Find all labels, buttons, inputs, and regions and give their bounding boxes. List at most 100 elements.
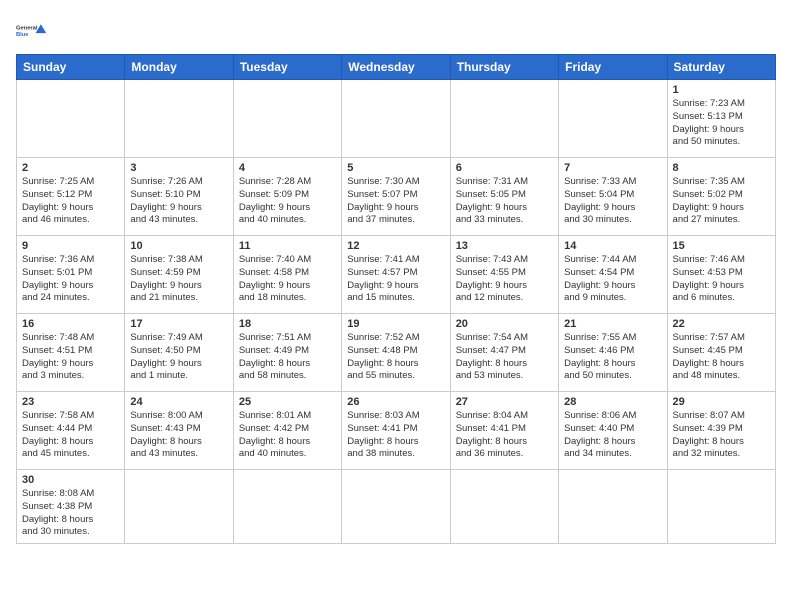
calendar-week-row: 1 Sunrise: 7:23 AM Sunset: 5:13 PM Daylig… [17, 80, 776, 158]
day-info: Sunrise: 7:31 AM Sunset: 5:05 PM Dayligh… [456, 176, 553, 227]
day-info: Sunrise: 7:36 AM Sunset: 5:01 PM Dayligh… [22, 254, 119, 305]
calendar-cell: 22 Sunrise: 7:57 AM Sunset: 4:45 PM Dayli… [667, 314, 775, 392]
calendar-cell: 14Sunrise: 7:44 AM Sunset: 4:54 PM Dayli… [559, 236, 667, 314]
weekday-header-row: SundayMondayTuesdayWednesdayThursdayFrid… [17, 55, 776, 80]
calendar-week-row: 2 Sunrise: 7:25 AM Sunset: 5:12 PM Daylig… [17, 158, 776, 236]
calendar-cell: 18Sunrise: 7:51 AM Sunset: 4:49 PM Dayli… [233, 314, 341, 392]
weekday-header-thursday: Thursday [450, 55, 558, 80]
day-number: 7 [564, 162, 661, 174]
calendar-cell: 9Sunrise: 7:36 AM Sunset: 5:01 PM Daylig… [17, 236, 125, 314]
calendar-cell: 8 Sunrise: 7:35 AM Sunset: 5:02 PM Daylig… [667, 158, 775, 236]
calendar-week-row: 30 Sunrise: 8:08 AM Sunset: 4:38 PM Dayli… [17, 470, 776, 544]
day-number: 3 [130, 162, 227, 174]
logo: GeneralBlue [16, 16, 48, 44]
day-info: Sunrise: 8:04 AM Sunset: 4:41 PM Dayligh… [456, 410, 553, 461]
day-number: 5 [347, 162, 444, 174]
day-number: 26 [347, 396, 444, 408]
calendar-cell: 7 Sunrise: 7:33 AM Sunset: 5:04 PM Daylig… [559, 158, 667, 236]
day-number: 27 [456, 396, 553, 408]
calendar-cell: 19Sunrise: 7:52 AM Sunset: 4:48 PM Dayli… [342, 314, 450, 392]
day-info: Sunrise: 7:57 AM Sunset: 4:45 PM Dayligh… [673, 332, 770, 383]
calendar-cell: 21 Sunrise: 7:55 AM Sunset: 4:46 PM Dayli… [559, 314, 667, 392]
day-info: Sunrise: 7:30 AM Sunset: 5:07 PM Dayligh… [347, 176, 444, 227]
day-info: Sunrise: 7:35 AM Sunset: 5:02 PM Dayligh… [673, 176, 770, 227]
day-info: Sunrise: 8:07 AM Sunset: 4:39 PM Dayligh… [673, 410, 770, 461]
day-number: 21 [564, 318, 661, 330]
calendar-cell: 16Sunrise: 7:48 AM Sunset: 4:51 PM Dayli… [17, 314, 125, 392]
day-info: Sunrise: 7:46 AM Sunset: 4:53 PM Dayligh… [673, 254, 770, 305]
day-info: Sunrise: 7:55 AM Sunset: 4:46 PM Dayligh… [564, 332, 661, 383]
day-number: 11 [239, 240, 336, 252]
day-info: Sunrise: 7:58 AM Sunset: 4:44 PM Dayligh… [22, 410, 119, 461]
day-number: 12 [347, 240, 444, 252]
calendar-cell: 11 Sunrise: 7:40 AM Sunset: 4:58 PM Dayli… [233, 236, 341, 314]
calendar-cell [342, 80, 450, 158]
day-number: 20 [456, 318, 553, 330]
day-number: 30 [22, 474, 119, 486]
day-info: Sunrise: 8:03 AM Sunset: 4:41 PM Dayligh… [347, 410, 444, 461]
calendar-cell [125, 470, 233, 544]
calendar-cell: 12 Sunrise: 7:41 AM Sunset: 4:57 PM Dayli… [342, 236, 450, 314]
calendar-cell: 25 Sunrise: 8:01 AM Sunset: 4:42 PM Dayli… [233, 392, 341, 470]
day-info: Sunrise: 7:38 AM Sunset: 4:59 PM Dayligh… [130, 254, 227, 305]
calendar-table: SundayMondayTuesdayWednesdayThursdayFrid… [16, 54, 776, 544]
calendar-cell: 29 Sunrise: 8:07 AM Sunset: 4:39 PM Dayli… [667, 392, 775, 470]
calendar-cell [450, 470, 558, 544]
day-number: 6 [456, 162, 553, 174]
weekday-header-sunday: Sunday [17, 55, 125, 80]
calendar-cell [559, 80, 667, 158]
day-number: 24 [130, 396, 227, 408]
calendar-cell: 27 Sunrise: 8:04 AM Sunset: 4:41 PM Dayli… [450, 392, 558, 470]
calendar-cell: 20 Sunrise: 7:54 AM Sunset: 4:47 PM Dayli… [450, 314, 558, 392]
svg-text:Blue: Blue [16, 32, 29, 38]
day-info: Sunrise: 7:44 AM Sunset: 4:54 PM Dayligh… [564, 254, 661, 305]
day-info: Sunrise: 7:33 AM Sunset: 5:04 PM Dayligh… [564, 176, 661, 227]
day-info: Sunrise: 8:01 AM Sunset: 4:42 PM Dayligh… [239, 410, 336, 461]
calendar-cell: 13Sunrise: 7:43 AM Sunset: 4:55 PM Dayli… [450, 236, 558, 314]
weekday-header-saturday: Saturday [667, 55, 775, 80]
generalblue-logo-icon: GeneralBlue [16, 16, 48, 44]
day-number: 22 [673, 318, 770, 330]
day-number: 28 [564, 396, 661, 408]
day-info: Sunrise: 8:00 AM Sunset: 4:43 PM Dayligh… [130, 410, 227, 461]
calendar-cell: 2 Sunrise: 7:25 AM Sunset: 5:12 PM Daylig… [17, 158, 125, 236]
day-number: 2 [22, 162, 119, 174]
day-number: 15 [673, 240, 770, 252]
day-number: 25 [239, 396, 336, 408]
weekday-header-tuesday: Tuesday [233, 55, 341, 80]
day-info: Sunrise: 7:54 AM Sunset: 4:47 PM Dayligh… [456, 332, 553, 383]
day-info: Sunrise: 7:49 AM Sunset: 4:50 PM Dayligh… [130, 332, 227, 383]
day-number: 8 [673, 162, 770, 174]
calendar-week-row: 23 Sunrise: 7:58 AM Sunset: 4:44 PM Dayli… [17, 392, 776, 470]
calendar-week-row: 16Sunrise: 7:48 AM Sunset: 4:51 PM Dayli… [17, 314, 776, 392]
day-info: Sunrise: 7:28 AM Sunset: 5:09 PM Dayligh… [239, 176, 336, 227]
calendar-cell: 3Sunrise: 7:26 AM Sunset: 5:10 PM Daylig… [125, 158, 233, 236]
day-info: Sunrise: 7:41 AM Sunset: 4:57 PM Dayligh… [347, 254, 444, 305]
calendar-week-row: 9Sunrise: 7:36 AM Sunset: 5:01 PM Daylig… [17, 236, 776, 314]
day-info: Sunrise: 8:08 AM Sunset: 4:38 PM Dayligh… [22, 488, 119, 539]
calendar-cell: 1 Sunrise: 7:23 AM Sunset: 5:13 PM Daylig… [667, 80, 775, 158]
calendar-cell: 10 Sunrise: 7:38 AM Sunset: 4:59 PM Dayli… [125, 236, 233, 314]
calendar-cell [125, 80, 233, 158]
day-number: 1 [673, 84, 770, 96]
page: GeneralBlue SundayMondayTuesdayWednesday… [0, 0, 792, 612]
day-number: 29 [673, 396, 770, 408]
calendar-cell [233, 80, 341, 158]
calendar-cell: 15 Sunrise: 7:46 AM Sunset: 4:53 PM Dayli… [667, 236, 775, 314]
day-number: 23 [22, 396, 119, 408]
calendar-cell: 17Sunrise: 7:49 AM Sunset: 4:50 PM Dayli… [125, 314, 233, 392]
day-info: Sunrise: 7:23 AM Sunset: 5:13 PM Dayligh… [673, 98, 770, 149]
day-number: 18 [239, 318, 336, 330]
calendar-cell: 6 Sunrise: 7:31 AM Sunset: 5:05 PM Daylig… [450, 158, 558, 236]
day-info: Sunrise: 7:25 AM Sunset: 5:12 PM Dayligh… [22, 176, 119, 227]
day-number: 10 [130, 240, 227, 252]
day-number: 4 [239, 162, 336, 174]
calendar-cell [342, 470, 450, 544]
header: GeneralBlue [16, 16, 776, 44]
calendar-cell [450, 80, 558, 158]
day-info: Sunrise: 8:06 AM Sunset: 4:40 PM Dayligh… [564, 410, 661, 461]
day-info: Sunrise: 7:43 AM Sunset: 4:55 PM Dayligh… [456, 254, 553, 305]
calendar-cell [559, 470, 667, 544]
calendar-cell [17, 80, 125, 158]
day-info: Sunrise: 7:40 AM Sunset: 4:58 PM Dayligh… [239, 254, 336, 305]
